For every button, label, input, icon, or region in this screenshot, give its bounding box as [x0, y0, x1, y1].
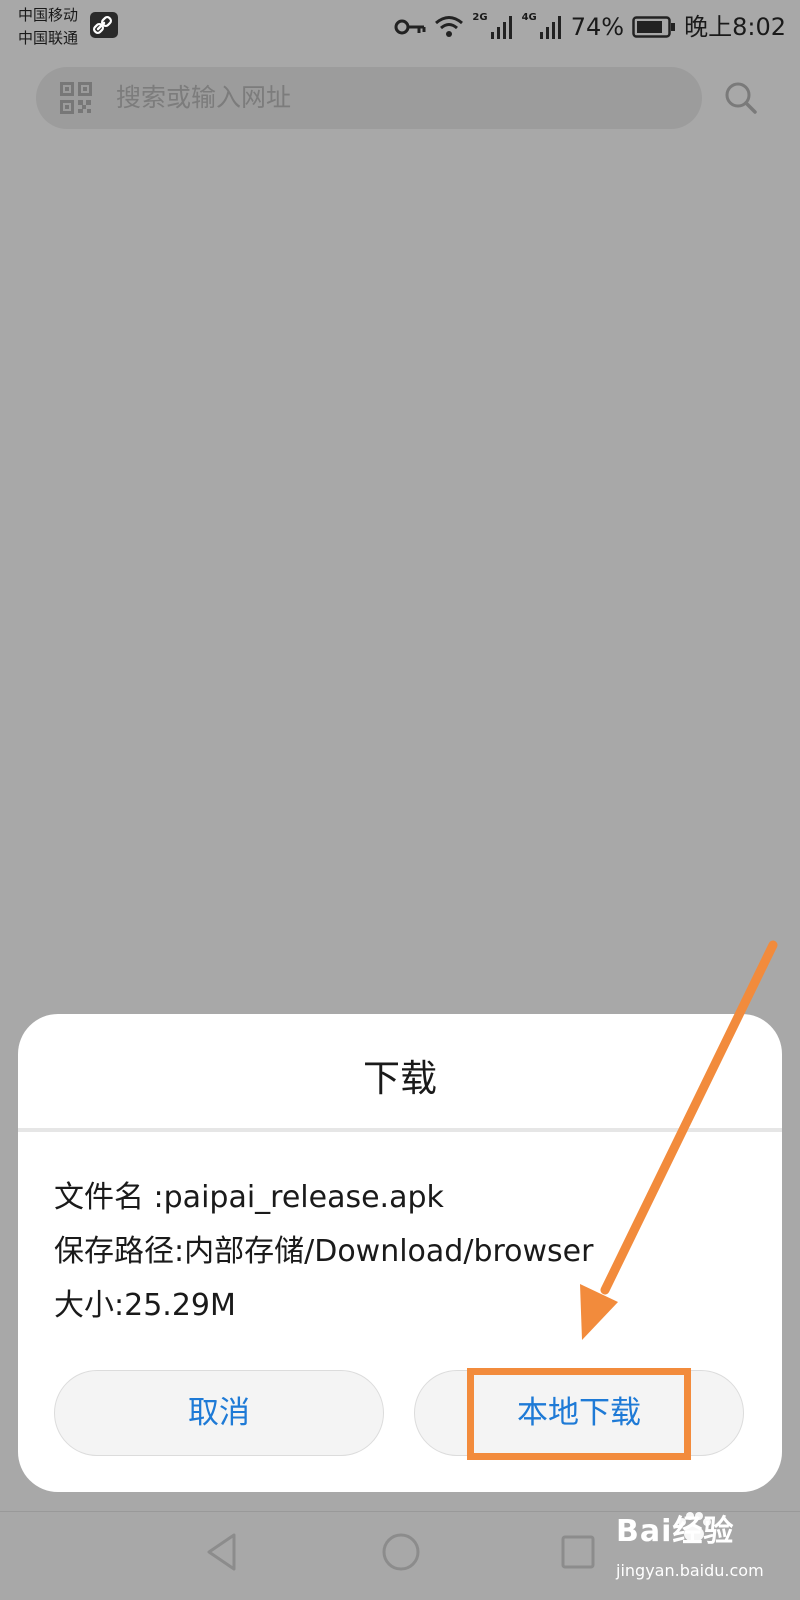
watermark-brand: Bai经验 — [616, 1514, 735, 1549]
baidu-jingyan-watermark: Bai经验 jingyan.baidu.com — [612, 1508, 792, 1594]
pointer-arrow-icon — [580, 940, 778, 1340]
watermark-url: jingyan.baidu.com — [616, 1561, 764, 1580]
